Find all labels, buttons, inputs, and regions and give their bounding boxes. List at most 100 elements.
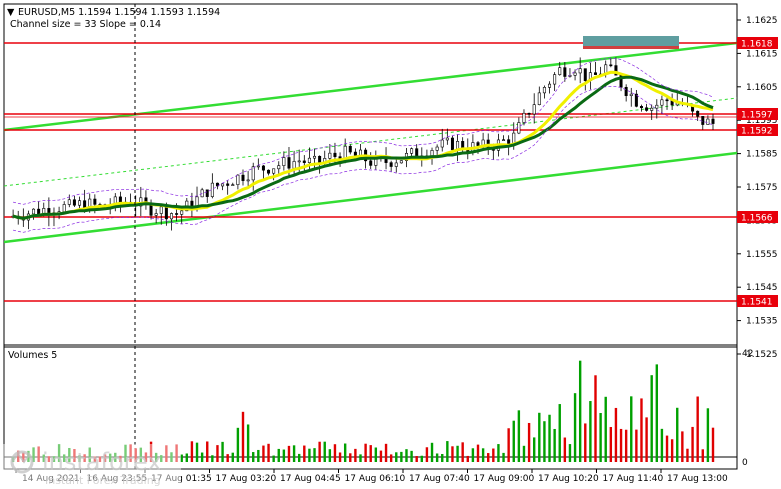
volume-bar <box>415 456 418 462</box>
volume-bar <box>195 442 199 462</box>
price-tick-label: 1.1615 <box>746 49 778 59</box>
volume-bar <box>655 364 659 462</box>
candle[interactable] <box>450 135 454 152</box>
price-level-badge[interactable]: 1.1597 <box>737 108 778 121</box>
chart-canvas[interactable]: 1.16251.16151.16051.15951.15851.15751.15… <box>0 0 781 489</box>
volume-bar <box>497 444 500 462</box>
volume-bar <box>604 396 607 462</box>
volume-scale-max: 42 <box>742 349 753 359</box>
volume-bar <box>359 454 362 462</box>
volume-bar <box>364 443 367 462</box>
volume-bar <box>379 450 383 462</box>
price-level-badge[interactable]: 1.1541 <box>737 295 778 308</box>
candle[interactable] <box>399 160 403 164</box>
volume-bar <box>374 447 378 462</box>
price-tick-label: 1.1585 <box>746 150 778 160</box>
time-axis-label: 17 Aug 06:10 <box>345 474 406 484</box>
price-level-badge[interactable]: 1.1592 <box>737 124 778 137</box>
volume-bar <box>466 455 469 462</box>
volume-bar <box>446 441 449 462</box>
volume-bar <box>686 448 689 462</box>
volume-bar <box>532 437 536 462</box>
volume-bar <box>200 452 204 462</box>
volume-bar <box>522 445 526 462</box>
volume-bar <box>252 452 255 462</box>
time-axis-label: 17 Aug 11:40 <box>603 474 664 484</box>
volume-bar <box>389 454 393 462</box>
time-axis-label: 17 Aug 04:45 <box>280 474 341 484</box>
volume-bar <box>543 421 546 462</box>
volume-bar <box>257 449 260 462</box>
volume-scale-min: 0 <box>742 458 748 468</box>
volume-bar <box>696 396 699 462</box>
volume-bar <box>400 451 403 462</box>
time-axis-label: 17 Aug 09:00 <box>474 474 535 484</box>
volume-bar <box>216 445 219 462</box>
volume-bar <box>711 427 715 462</box>
volume-bar <box>614 407 618 462</box>
time-axis-label: 17 Aug 13:00 <box>667 474 728 484</box>
time-axis-label: 17 Aug 03:20 <box>216 474 277 484</box>
volume-bar <box>512 420 515 462</box>
volume-bar <box>670 439 674 462</box>
volume-bar <box>287 445 291 462</box>
time-axis-label: 17 Aug 07:40 <box>409 474 470 484</box>
volume-bar <box>221 441 224 462</box>
volume-bar <box>267 443 270 462</box>
volume-bar <box>624 429 628 462</box>
volume-bar <box>425 447 429 462</box>
volume-bar <box>313 448 316 462</box>
collapse-triangle-icon[interactable]: ▼ <box>7 7 15 18</box>
watermark: instaforex Instant Forex Trading <box>3 444 181 489</box>
volume-bar <box>650 375 653 462</box>
volume-bar <box>277 448 280 462</box>
price-tick-label: 1.1545 <box>746 283 778 293</box>
volume-bar <box>701 449 704 462</box>
svg-text:1.1566: 1.1566 <box>741 214 773 224</box>
volume-bar <box>456 445 459 462</box>
volume-bar <box>338 452 342 462</box>
volume-bar <box>660 428 664 462</box>
volume-bar <box>451 446 454 462</box>
volume-bar <box>665 435 669 462</box>
price-level-badge[interactable]: 1.1618 <box>737 37 778 50</box>
volume-bar <box>292 445 296 462</box>
volume-bar <box>517 410 521 462</box>
volume-bar <box>461 442 464 462</box>
indicator-info: Channel size = 33 Slope = 0.14 <box>10 19 161 30</box>
volume-bar <box>435 453 439 462</box>
time-axis-label: 17 Aug 10:20 <box>538 474 599 484</box>
volume-bar <box>441 453 444 462</box>
volume-bar <box>548 414 551 462</box>
volume-bar <box>211 455 214 462</box>
price-tick-label: 1.1625 <box>746 16 778 26</box>
volume-bar <box>328 449 332 462</box>
volume-bar <box>619 428 623 462</box>
volume-bar <box>272 455 275 462</box>
volume-bar <box>563 437 567 462</box>
zone-marker-box <box>583 36 679 46</box>
volume-bar <box>487 453 490 462</box>
volume-bar <box>630 396 633 462</box>
volume-bar <box>226 454 229 462</box>
price-tick-label: 1.1535 <box>746 317 778 327</box>
volume-bar <box>584 423 587 462</box>
watermark-tagline: Instant Forex Trading <box>45 474 161 487</box>
volume-bar <box>318 441 321 462</box>
volume-bar <box>405 449 408 462</box>
volume-bar <box>573 393 577 462</box>
svg-text:1.1541: 1.1541 <box>741 298 773 308</box>
volume-bar <box>206 441 209 462</box>
zone-marker-base <box>583 46 679 49</box>
volume-bar <box>502 452 505 462</box>
price-level-badge[interactable]: 1.1566 <box>737 211 778 224</box>
volume-bar <box>297 453 301 462</box>
symbol-ohlc-line: EURUSD,M5 1.1594 1.1594 1.1593 1.1594 <box>18 7 220 18</box>
price-tick-label: 1.1575 <box>746 183 778 193</box>
volume-bar <box>185 453 189 462</box>
volume-bar <box>706 408 710 462</box>
volume-bar <box>594 375 597 462</box>
volume-bar <box>599 413 602 462</box>
price-pane[interactable] <box>3 3 738 458</box>
price-tick-label: 1.1605 <box>746 83 778 93</box>
